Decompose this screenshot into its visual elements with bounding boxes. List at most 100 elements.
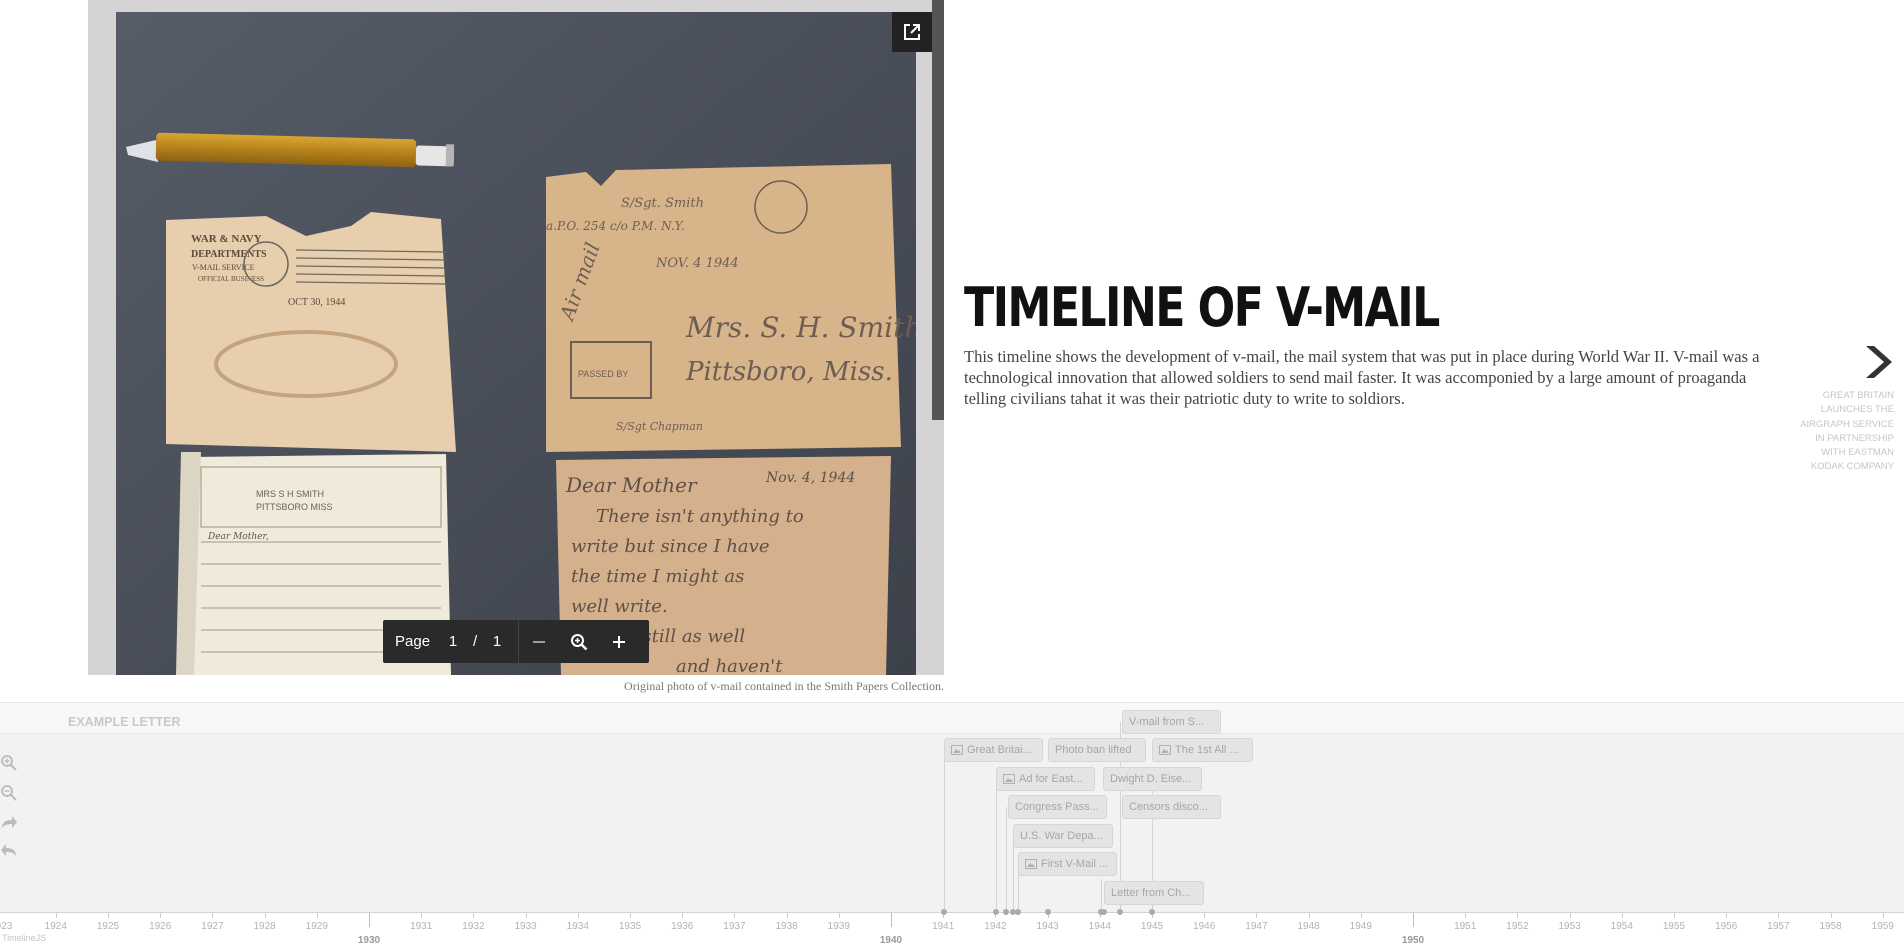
- timeline-marker[interactable]: First V-Mail ...: [1018, 852, 1117, 876]
- timelinejs-attribution[interactable]: TimelineJS: [2, 933, 46, 943]
- timeline-marker[interactable]: Great Britai...: [944, 738, 1043, 762]
- axis-event-dot: [1101, 909, 1107, 915]
- magnifier-icon: [571, 633, 588, 650]
- zoom-in-timeline-button[interactable]: [0, 754, 18, 772]
- timeline-marker[interactable]: Dwight D. Eise...: [1103, 767, 1202, 791]
- next-slide-button[interactable]: [1864, 342, 1894, 382]
- axis-tick: [473, 913, 475, 918]
- axis-tick: [786, 913, 788, 918]
- forward-timeline-button[interactable]: [0, 814, 18, 832]
- media-caption: Original photo of v-mail contained in th…: [624, 679, 944, 693]
- axis-event-dot: [941, 909, 947, 915]
- axis-year-label: 1953: [1558, 921, 1581, 932]
- svg-text:a.P.O. 254 c/o P.M. N.Y.: a.P.O. 254 c/o P.M. N.Y.: [546, 219, 685, 233]
- axis-tick: [630, 913, 631, 918]
- axis-year-label: 1942: [984, 921, 1007, 932]
- pdf-toolbar: Page 1 / 1: [383, 620, 649, 663]
- back-timeline-button[interactable]: [0, 842, 18, 860]
- axis-year-label: 1934: [566, 921, 589, 932]
- axis-year-label: 1937: [723, 921, 746, 932]
- axis-tick: [421, 913, 423, 918]
- axis-tick: [1569, 913, 1571, 918]
- axis-year-label: 1933: [514, 921, 537, 932]
- back-icon: [1, 844, 16, 856]
- forward-icon: [2, 816, 17, 828]
- svg-text:S/Sgt Chapman: S/Sgt Chapman: [616, 420, 703, 433]
- axis-event-dot: [1149, 909, 1155, 915]
- slide-description: This timeline shows the development of v…: [964, 347, 1760, 408]
- axis-year-label: 1955: [1662, 921, 1686, 932]
- axis-decade-label: 1930: [357, 935, 381, 946]
- timeline-marker[interactable]: Congress Pass...: [1008, 795, 1107, 819]
- image-icon: [1159, 745, 1171, 755]
- axis-year-label: 1947: [1245, 921, 1268, 932]
- svg-text:WAR & NAVY: WAR & NAVY: [191, 233, 262, 245]
- external-link-button[interactable]: [892, 12, 932, 52]
- page-separator: /: [472, 633, 478, 650]
- timeline-marker[interactable]: The 1st All ...: [1152, 738, 1253, 762]
- external-link-icon: [904, 24, 920, 40]
- zoom-out-button[interactable]: [519, 620, 559, 663]
- axis-year-label: 1932: [462, 921, 485, 932]
- axis-major-tick: [891, 913, 892, 927]
- axis-event-dot: [1117, 909, 1123, 915]
- axis-year-label: 1958: [1819, 921, 1842, 932]
- zoom-out-timeline-button[interactable]: [0, 784, 18, 802]
- axis-year-label: 1944: [1088, 921, 1111, 932]
- zoom-in-button[interactable]: [599, 620, 639, 663]
- axis-event-dot: [993, 909, 999, 915]
- axis-year-label: 1924: [44, 921, 67, 932]
- marker-line: [944, 750, 945, 913]
- timeline-marker[interactable]: V-mail from S...: [1122, 710, 1221, 734]
- zoom-reset-button[interactable]: [559, 620, 599, 663]
- axis-year-label: 1945: [1140, 921, 1164, 932]
- axis-tick: [1256, 913, 1258, 918]
- timeline-navigator: EXAMPLE LETTER V-mail from S... Great Br…: [0, 702, 1904, 946]
- media-scrollbar[interactable]: [932, 0, 944, 420]
- timeline-marker[interactable]: Censors disco...: [1122, 795, 1221, 819]
- axis-year-label: 1956: [1715, 921, 1738, 932]
- svg-text:the time I might as: the time I might as: [571, 566, 744, 587]
- svg-text:PASSED BY: PASSED BY: [578, 369, 628, 379]
- time-axis: 923 1924 1925 1926 1927 1928 1929 1931 1932 1933 1…: [0, 909, 1904, 946]
- marker-line: [1101, 879, 1102, 913]
- timeline-marker[interactable]: Letter from Ch...: [1104, 881, 1204, 905]
- axis-year-label: 1936: [671, 921, 694, 932]
- page-label: Page: [395, 633, 431, 650]
- vmail-photo: WAR & NAVY DEPARTMENTS V-MAIL SERVICE OF…: [116, 12, 916, 675]
- axis-tick: [838, 913, 840, 918]
- minus-icon: [533, 640, 546, 643]
- axis-tick: [734, 913, 736, 918]
- envelope-2: S/Sgt. Smith a.P.O. 254 c/o P.M. N.Y. NO…: [546, 164, 916, 452]
- axis-tick: [1621, 913, 1623, 918]
- svg-text:MRS S H SMITH: MRS S H SMITH: [256, 489, 324, 499]
- timeline-marker[interactable]: Photo ban lifted: [1048, 738, 1146, 762]
- zoom-out-icon: [1, 785, 17, 801]
- axis-tick: [264, 913, 266, 918]
- slide-title: TIMELINE OF V-MAIL: [964, 276, 1440, 339]
- image-icon: [1025, 859, 1037, 869]
- timeline-marker[interactable]: Ad for East...: [996, 767, 1095, 791]
- svg-text:well write.: well write.: [571, 596, 668, 617]
- zoom-in-icon: [1, 755, 17, 771]
- current-page-input[interactable]: 1: [442, 633, 464, 650]
- axis-year-label: 1925: [96, 921, 120, 932]
- axis-event-dot: [1045, 909, 1051, 915]
- next-slide-label[interactable]: GREAT BRITAIN LAUNCHES THE AIRGRAPH SERV…: [1790, 389, 1894, 475]
- image-icon: [951, 745, 963, 755]
- svg-text:Mrs. S. H. Smith: Mrs. S. H. Smith: [685, 311, 916, 344]
- svg-text:Nov. 4, 1944: Nov. 4, 1944: [765, 470, 855, 486]
- axis-tick: [1517, 913, 1519, 918]
- svg-text:Dear Mother,: Dear Mother,: [207, 532, 269, 542]
- axis-tick: [1778, 913, 1780, 918]
- svg-text:Dear Mother: Dear Mother: [565, 473, 698, 497]
- axis-year-label: 1929: [305, 921, 328, 932]
- slide: WAR & NAVY DEPARTMENTS V-MAIL SERVICE OF…: [0, 0, 1904, 702]
- svg-text:NOV. 4 1944: NOV. 4 1944: [655, 256, 739, 271]
- timeline-marker[interactable]: U.S. War Depa...: [1013, 824, 1113, 848]
- marker-line: [996, 779, 997, 913]
- image-icon: [1003, 774, 1015, 784]
- axis-tick: [1882, 913, 1884, 918]
- axis-year-label: 1954: [1610, 921, 1633, 932]
- axis-tick: [1726, 913, 1728, 918]
